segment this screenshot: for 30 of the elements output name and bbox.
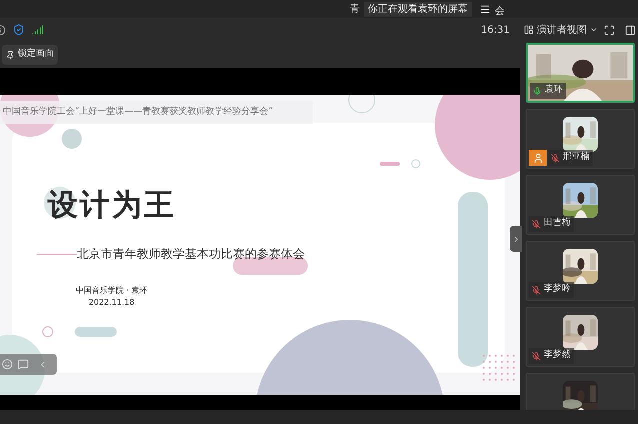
- participant-tile[interactable]: 李梦然: [526, 307, 635, 367]
- pin-icon: [6, 50, 15, 60]
- clock-time: 16:31: [481, 24, 510, 38]
- fullscreen-icon[interactable]: [604, 24, 615, 36]
- view-menu-button[interactable]: 演讲者视图: [524, 22, 598, 38]
- slide-author: 中国音乐学院 · 袁环: [76, 285, 148, 297]
- lock-view-button[interactable]: 锁定画面: [2, 45, 58, 65]
- menu-icon[interactable]: [480, 4, 491, 14]
- slide-title: 设计为王: [48, 191, 176, 221]
- partial-label: 青: [350, 2, 360, 16]
- participant-tile[interactable]: 邢亚楠: [526, 109, 635, 169]
- caret-icon: [590, 26, 598, 34]
- participant-name: 邢亚楠: [563, 151, 590, 164]
- shield-icon[interactable]: [13, 24, 25, 36]
- signal-icon: [32, 24, 44, 36]
- layout-icon: [524, 25, 534, 35]
- participant-tile[interactable]: 田雪梅: [526, 175, 635, 235]
- participant-name: 袁环: [545, 84, 563, 98]
- participant-tile[interactable]: 袁环: [526, 43, 635, 103]
- participant-tile[interactable]: 李梦吟: [526, 241, 635, 301]
- participant-name: 李梦然: [544, 349, 571, 362]
- expand-sidebar-button[interactable]: [510, 226, 522, 252]
- slide-date: 2022.11.18: [88, 297, 135, 309]
- slide-header: 中国音乐学院工会“上好一堂课——青教赛获奖教师教学经验分享会”: [3, 106, 274, 119]
- slide-subtitle: 北京市青年教师教学基本功比赛的参赛体会: [77, 246, 305, 263]
- partial-label: 会: [495, 4, 505, 18]
- participant-name: 田雪梅: [544, 217, 571, 230]
- screen-share-notice: 你正在观看袁环的屏幕: [364, 2, 472, 16]
- participant-name: 李梦吟: [544, 283, 571, 296]
- sidebar-toggle-icon[interactable]: [625, 24, 636, 36]
